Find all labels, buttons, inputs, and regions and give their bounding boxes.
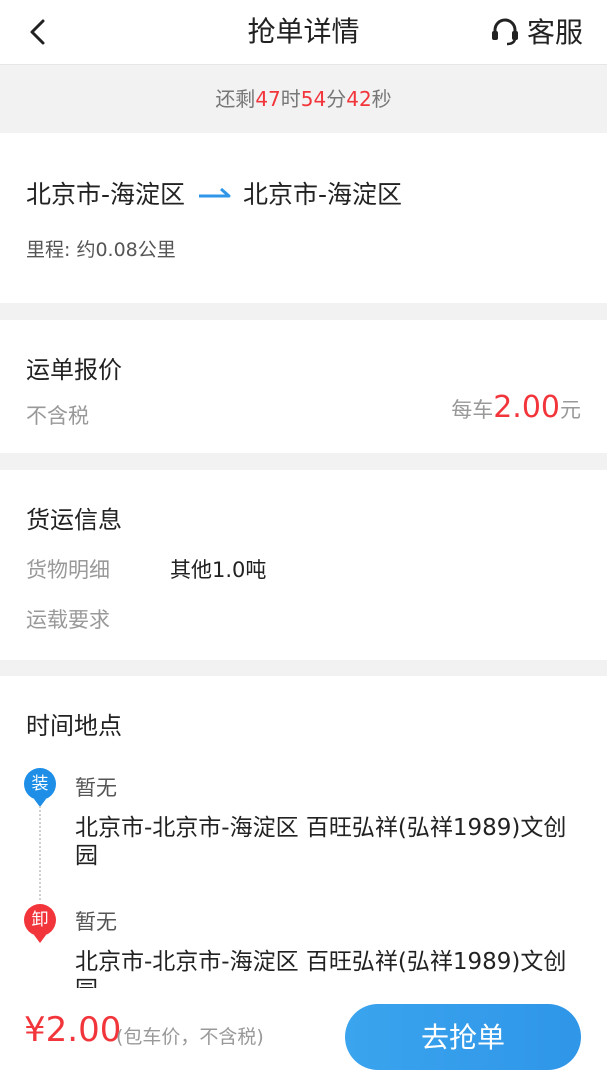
quote-title: 运单报价 [26,356,122,384]
cargo-detail-value: 其他1.0吨 [170,558,267,582]
route-line: 北京市-海淀区 北京市-海淀区 [26,175,402,211]
cargo-card: 货运信息 货物明细 其他1.0吨 运载要求 [0,470,607,660]
countdown-banner: 还剩47时54分42秒 [0,65,607,133]
load-address: 北京市-北京市-海淀区 百旺弘祥(弘祥1989)文创园 [75,815,567,869]
per-car-price: 每车2.00元 [451,390,581,425]
load-badge: 装 [24,768,56,807]
load-time: 暂无 [75,776,117,800]
customer-service-label: 客服 [526,16,583,49]
total-price: ¥2.00 [24,1010,122,1050]
cargo-title: 货运信息 [26,506,122,534]
unload-address: 北京市-北京市-海淀区 百旺弘祥(弘祥1989)文创园 [75,949,567,990]
cargo-detail-row: 货物明细 其他1.0吨 [26,554,266,584]
route-connector [39,806,41,900]
route-card: 北京市-海淀区 北京市-海淀区 里程: 约0.08公里 [0,133,607,303]
route-distance: 里程: 约0.08公里 [26,239,176,261]
tax-note: 不含税 [26,404,89,428]
headset-icon [491,18,518,46]
countdown-prefix: 还剩 [215,87,256,111]
time-place-title: 时间地点 [26,712,122,740]
route-origin: 北京市-海淀区 [26,180,186,209]
route-destination: 北京市-海淀区 [243,180,403,209]
nav-header: 抢单详情 客服 [0,0,607,65]
unload-time: 暂无 [75,910,117,934]
countdown-minutes: 54 [300,87,327,111]
cargo-detail-label: 货物明细 [26,558,110,582]
countdown-minute-unit: 分 [326,87,347,111]
cargo-requirement-row: 运载要求 [26,604,170,634]
customer-service-button[interactable]: 客服 [489,8,583,54]
countdown-second-unit: 秒 [371,87,392,111]
price-unit: 元 [560,398,581,422]
price-amount: 2.00 [493,390,560,425]
bottom-action-bar: ¥2.00 (包车价，不含税) 去抢单 [0,988,607,1080]
cargo-requirement-label: 运载要求 [26,608,110,632]
per-car-label: 每车 [451,398,494,422]
countdown-hours: 47 [255,87,281,111]
grab-order-button[interactable]: 去抢单 [345,1004,581,1070]
countdown-hour-unit: 时 [280,87,301,111]
countdown-seconds: 42 [346,87,372,111]
quote-card: 运单报价 不含税 每车2.00元 [0,320,607,453]
unload-badge: 卸 [24,904,56,943]
arrow-right-icon [199,187,231,198]
total-price-note: (包车价，不含税) [116,1026,264,1048]
